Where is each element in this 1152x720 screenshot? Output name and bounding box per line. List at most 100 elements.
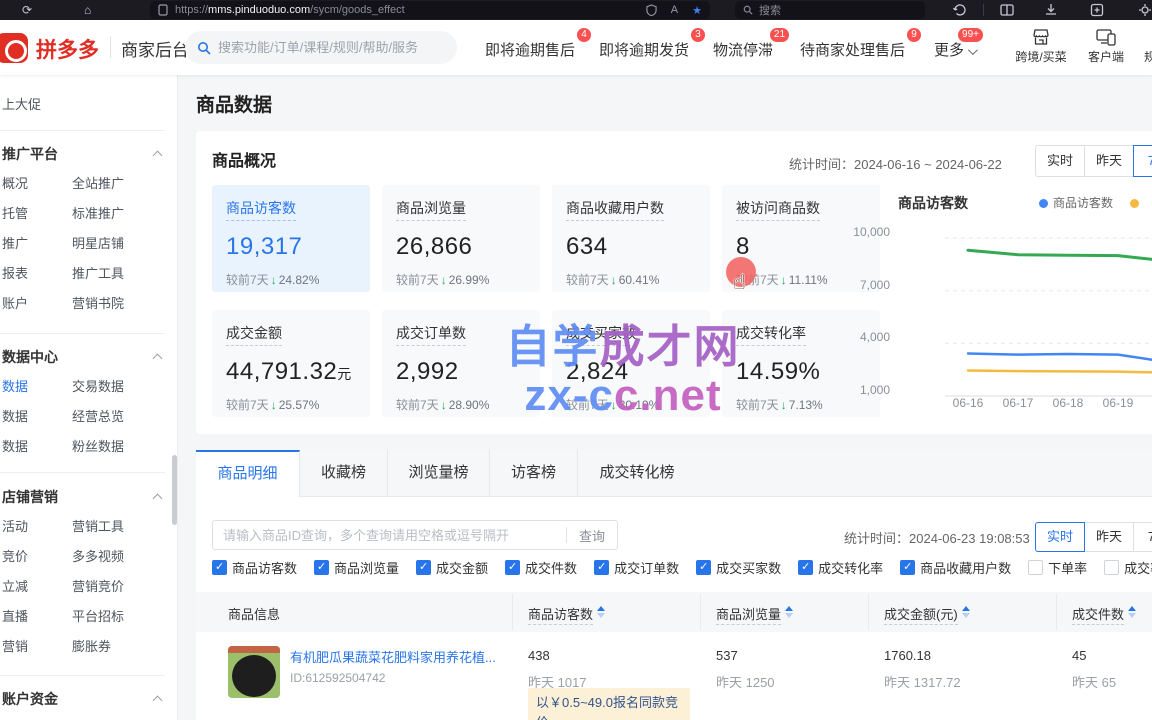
shield-icon[interactable] bbox=[646, 4, 657, 16]
sidebar-item-marketing-tools[interactable]: 营销工具 bbox=[72, 512, 124, 542]
sidebar-section-promotion-platform[interactable]: 推广平台 bbox=[0, 139, 177, 169]
range-button-7days[interactable]: 7天 bbox=[1133, 522, 1152, 552]
col-units[interactable]: 成交件数 bbox=[1072, 604, 1136, 623]
col-gmv[interactable]: 成交金额(元) bbox=[884, 604, 970, 623]
sidebar-item[interactable]: 营销 bbox=[2, 639, 28, 654]
quicklink-crossborder[interactable]: 跨境/买菜 bbox=[1013, 28, 1069, 65]
tab-pageview-rank[interactable]: 浏览量榜 bbox=[388, 450, 490, 497]
col-visitors[interactable]: 商品访客数 bbox=[528, 604, 605, 623]
stat-label[interactable]: 商品浏览量 bbox=[396, 198, 466, 221]
sidebar-item-tuiguang-tools[interactable]: 推广工具 bbox=[72, 259, 124, 289]
stat-label[interactable]: 成交买家数 bbox=[566, 323, 636, 346]
sidebar-item[interactable]: 账户 bbox=[2, 296, 28, 311]
range-button-realtime[interactable]: 实时 bbox=[1035, 522, 1085, 552]
stat-label[interactable]: 被访问商品数 bbox=[736, 198, 820, 221]
stat-value: 26,866 bbox=[396, 233, 526, 261]
sidebar-item[interactable]: 托管 bbox=[2, 206, 28, 221]
sidebar-item-goods-data-active[interactable]: 数据 bbox=[2, 379, 28, 394]
header-search-input[interactable] bbox=[218, 40, 438, 55]
sidebar-item-platform-tender[interactable]: 平台招标 bbox=[72, 602, 124, 632]
sidebar-section-data-center[interactable]: 数据中心 bbox=[0, 342, 177, 372]
checkbox-gmv[interactable]: 成交金额 bbox=[416, 558, 488, 577]
range-button-yesterday[interactable]: 昨天 bbox=[1084, 522, 1134, 552]
sidebar-item[interactable]: 活动 bbox=[2, 519, 28, 534]
sidebar-item-overview[interactable]: 经营总览 bbox=[72, 402, 124, 432]
stat-label[interactable]: 商品收藏用户数 bbox=[566, 198, 664, 221]
sync-icon[interactable] bbox=[953, 3, 967, 17]
tab-favorites-rank[interactable]: 收藏榜 bbox=[300, 450, 388, 497]
range-button-yesterday[interactable]: 昨天 bbox=[1084, 145, 1134, 177]
quicklink-client-app[interactable]: 客户端 bbox=[1078, 28, 1134, 65]
sidebar-item[interactable]: 竞价 bbox=[2, 549, 28, 564]
goods-id-input[interactable] bbox=[213, 528, 566, 543]
stat-label[interactable]: 成交转化率 bbox=[736, 323, 806, 346]
checkbox-deal-rate[interactable]: 成交率 bbox=[1104, 558, 1152, 577]
browser-url-bar[interactable]: https://mms.pinduoduo.com/sycm/goods_eff… bbox=[150, 1, 710, 19]
checkbox-units[interactable]: 成交件数 bbox=[505, 558, 577, 577]
product-name-link[interactable]: 有机肥瓜果蔬菜花肥料家用养花植... bbox=[290, 647, 500, 666]
promo-suggestion-tag[interactable]: 以￥0.5~49.0报名同款竞价 bbox=[528, 688, 690, 720]
sort-icon bbox=[597, 606, 605, 618]
reader-mode-icon[interactable]: A bbox=[671, 4, 678, 16]
sidebar-scrollbar[interactable] bbox=[172, 455, 177, 525]
bookmark-star-icon[interactable]: ★ bbox=[692, 4, 702, 17]
extensions-add-icon[interactable] bbox=[1090, 3, 1104, 17]
split-view-icon[interactable] bbox=[1000, 3, 1014, 17]
nav-logistics-stalled[interactable]: 物流停滞21 bbox=[713, 39, 773, 60]
settings-gear-icon[interactable] bbox=[1138, 3, 1152, 17]
sidebar-item-pengzhang-coupon[interactable]: 膨胀券 bbox=[72, 632, 111, 662]
checkbox-orders[interactable]: 成交订单数 bbox=[594, 558, 679, 577]
stat-label[interactable]: 成交订单数 bbox=[396, 323, 466, 346]
product-thumbnail[interactable] bbox=[228, 646, 280, 698]
checkbox-pageviews[interactable]: 商品浏览量 bbox=[314, 558, 399, 577]
range-button-realtime[interactable]: 实时 bbox=[1035, 145, 1085, 177]
storefront-icon bbox=[1031, 28, 1051, 46]
sidebar-item-mingxing[interactable]: 明星店铺 bbox=[72, 229, 124, 259]
detail-stat-time: 统计时间：2024-06-23 19:08:53 bbox=[844, 528, 1030, 547]
brand-name[interactable]: 拼多多 bbox=[36, 34, 99, 64]
tab-goods-detail[interactable]: 商品明细 bbox=[196, 450, 300, 497]
page-info-icon[interactable] bbox=[158, 4, 168, 16]
stat-label[interactable]: 商品访客数 bbox=[226, 198, 296, 221]
sidebar-item[interactable]: 数据 bbox=[2, 439, 28, 454]
stat-label[interactable]: 成交金额 bbox=[226, 323, 282, 346]
pinduoduo-logo-icon[interactable] bbox=[0, 33, 28, 63]
sidebar-section-account-funds[interactable]: 账户资金 bbox=[0, 684, 177, 714]
sidebar-item-marketing-bid[interactable]: 营销竞价 bbox=[72, 572, 124, 602]
sidebar-item[interactable]: 数据 bbox=[2, 409, 28, 424]
sidebar-item-fans-data[interactable]: 粉丝数据 bbox=[72, 432, 124, 462]
col-pageviews[interactable]: 商品浏览量 bbox=[716, 604, 793, 623]
range-button-7days[interactable]: 7天 bbox=[1133, 145, 1152, 177]
nav-pending-aftersale[interactable]: 待商家处理售后9 bbox=[800, 39, 905, 60]
overview-range-buttons: 实时 昨天 7天 bbox=[1035, 145, 1152, 177]
sidebar-item-dacu[interactable]: 上大促 bbox=[0, 90, 177, 120]
browser-search-box[interactable]: 搜索 bbox=[735, 1, 925, 19]
sidebar-item[interactable]: 概况 bbox=[2, 176, 28, 191]
header-search[interactable] bbox=[185, 31, 457, 64]
checkbox-favorites[interactable]: 商品收藏用户数 bbox=[900, 558, 1011, 577]
sidebar-item[interactable]: 直播 bbox=[2, 609, 28, 624]
sidebar-item-trade-data[interactable]: 交易数据 bbox=[72, 372, 124, 402]
downloads-icon[interactable] bbox=[1044, 3, 1058, 17]
nav-overdue-aftersale[interactable]: 即将逾期售后4 bbox=[485, 39, 575, 60]
tab-visitor-rank[interactable]: 访客榜 bbox=[490, 450, 578, 497]
checkbox-visitors[interactable]: 商品访客数 bbox=[212, 558, 297, 577]
sidebar-item[interactable]: 报表 bbox=[2, 266, 28, 281]
browser-home-icon[interactable]: ⌂ bbox=[84, 2, 91, 18]
checkbox-order-rate[interactable]: 下单率 bbox=[1028, 558, 1087, 577]
quicklink-rules[interactable]: 规则中心 bbox=[1140, 28, 1152, 65]
sidebar-section-shop-marketing[interactable]: 店铺营销 bbox=[0, 482, 177, 512]
checkbox-buyers[interactable]: 成交买家数 bbox=[696, 558, 781, 577]
sidebar-item-quanzhan[interactable]: 全站推广 bbox=[72, 169, 124, 199]
sidebar-item-biaozhun[interactable]: 标准推广 bbox=[72, 199, 124, 229]
browser-reload-icon[interactable]: ⟳ bbox=[22, 2, 32, 18]
checkbox-conversion[interactable]: 成交转化率 bbox=[798, 558, 883, 577]
sidebar-item[interactable]: 推广 bbox=[2, 236, 28, 251]
tab-conversion-rank[interactable]: 成交转化榜 bbox=[578, 450, 696, 497]
sidebar-item-duoduo-video[interactable]: 多多视频 bbox=[72, 542, 124, 572]
nav-more[interactable]: 更多99+ bbox=[934, 39, 975, 60]
query-button[interactable]: 查询 bbox=[567, 526, 617, 545]
nav-overdue-shipping[interactable]: 即将逾期发货3 bbox=[599, 39, 689, 60]
sidebar-item[interactable]: 立减 bbox=[2, 579, 28, 594]
sidebar-item-yingxiao-school[interactable]: 营销书院 bbox=[72, 289, 124, 319]
